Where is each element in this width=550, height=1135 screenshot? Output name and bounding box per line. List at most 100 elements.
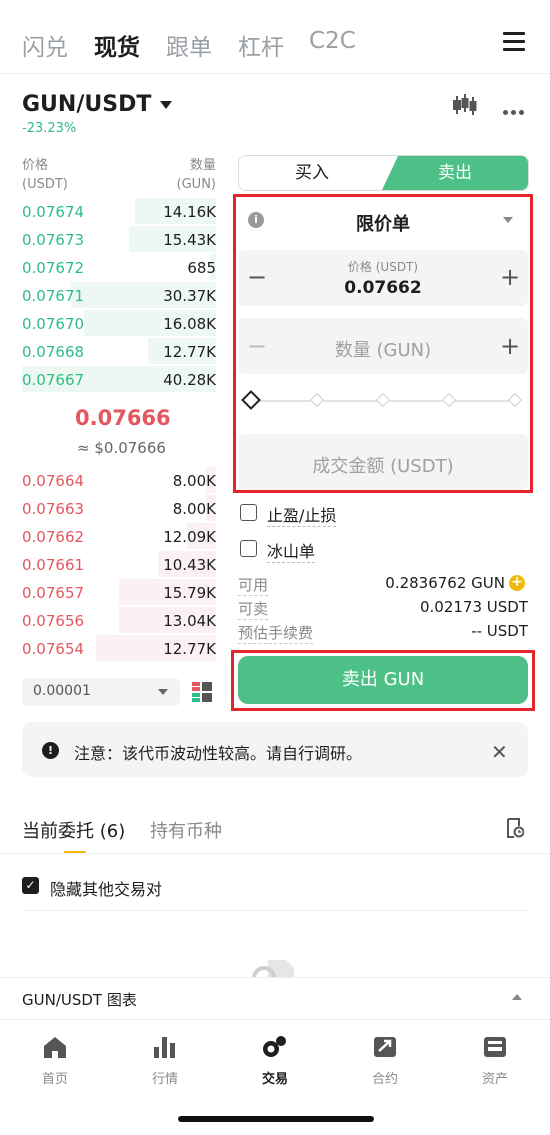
tab-copy-trading[interactable]: 跟单 xyxy=(166,28,212,62)
alert-icon: ! xyxy=(42,742,59,759)
orderbook-price: 0.07672 xyxy=(22,259,85,277)
chevron-up-icon[interactable] xyxy=(512,994,522,1000)
sellable-value: 0.02173 USDT xyxy=(419,598,528,616)
nav-markets[interactable]: 行情 xyxy=(125,1029,205,1087)
orderbook-qty: 13.04K xyxy=(163,612,216,630)
orderbook-row[interactable]: 0.07663 8.00K xyxy=(22,495,216,523)
orderbook-price: 0.07663 xyxy=(22,500,85,518)
iceberg-checkbox[interactable] xyxy=(240,540,257,557)
tab-holdings[interactable]: 持有币种 xyxy=(150,817,222,843)
orderbook-qty: 8.00K xyxy=(172,500,216,518)
orderbook-price: 0.07662 xyxy=(22,528,85,546)
orderbook-row[interactable]: 0.07654 12.77K xyxy=(22,635,216,663)
tab-spot[interactable]: 现货 xyxy=(94,28,140,62)
orderbook-price: 0.07670 xyxy=(22,315,85,333)
order-history-icon[interactable] xyxy=(506,818,524,838)
orderbook-price: 0.07654 xyxy=(22,640,85,658)
tab-open-orders[interactable]: 当前委托 (6) xyxy=(22,817,125,843)
sell-tab[interactable]: 卖出 xyxy=(382,156,528,190)
orderbook-price: 0.07664 xyxy=(22,472,85,490)
notice-text: 注意：该代币波动性较高。请自行调研。 xyxy=(74,744,363,763)
orderbook-price: 0.07673 xyxy=(22,231,85,249)
sellable-label: 可卖 xyxy=(238,600,269,620)
orderbook-qty: 15.79K xyxy=(163,584,216,602)
orderbook-price: 0.07667 xyxy=(22,371,85,389)
nav-home[interactable]: 首页 xyxy=(15,1029,95,1087)
orderbook-qty: 12.77K xyxy=(163,343,216,361)
orderbook-row[interactable]: 0.07664 8.00K xyxy=(22,467,216,495)
tab-margin[interactable]: 杠杆 xyxy=(238,28,284,62)
orderbook-row[interactable]: 0.07657 15.79K xyxy=(22,579,216,607)
orderbook-price: 0.07674 xyxy=(22,203,85,221)
trade-icon xyxy=(263,1036,286,1057)
nav-trade[interactable]: 交易 xyxy=(235,1029,315,1087)
last-price: 0.07666 xyxy=(75,406,171,430)
available-label: 可用 xyxy=(238,576,269,596)
futures-icon xyxy=(374,1037,396,1057)
sell-button-highlight xyxy=(231,650,535,711)
empty-orders-icon xyxy=(252,960,294,980)
close-icon[interactable]: ✕ xyxy=(491,740,508,764)
more-options-icon[interactable] xyxy=(503,100,527,115)
orderbook-qty: 10.43K xyxy=(163,556,216,574)
menu-icon[interactable] xyxy=(503,32,525,52)
orderbook-qty: 40.28K xyxy=(163,371,216,389)
pair-dropdown-icon[interactable] xyxy=(160,101,172,109)
orderbook-row[interactable]: 0.07667 40.28K xyxy=(22,366,216,394)
pair-name[interactable]: GUN/USDT xyxy=(22,92,151,117)
nav-futures[interactable]: 合约 xyxy=(345,1029,425,1087)
fee-label: 预估手续费 xyxy=(238,624,314,644)
wallet-icon xyxy=(484,1037,506,1057)
chevron-down-icon xyxy=(158,689,168,695)
filter-divider xyxy=(22,910,528,911)
tab-c2c[interactable]: C2C xyxy=(309,28,356,54)
orderbook-row[interactable]: 0.07670 16.08K xyxy=(22,310,216,338)
precision-select[interactable]: 0.00001 xyxy=(22,678,180,706)
orderbook-price: 0.07661 xyxy=(22,556,85,574)
fee-value: -- USDT xyxy=(471,622,528,640)
orderbook-price: 0.07668 xyxy=(22,343,85,361)
orderbook-qty: 12.09K xyxy=(163,528,216,546)
orderbook-row[interactable]: 0.07661 10.43K xyxy=(22,551,216,579)
orderbook-row[interactable]: 0.07672 685 xyxy=(22,254,216,282)
orderbook-price: 0.07656 xyxy=(22,612,85,630)
tp-sl-checkbox[interactable] xyxy=(240,504,257,521)
hide-other-pairs-label[interactable]: 隐藏其他交易对 xyxy=(50,876,162,900)
orderbook-qty: 14.16K xyxy=(163,203,216,221)
orderbook-price: 0.07671 xyxy=(22,287,85,305)
orderbook-layout-icon[interactable] xyxy=(192,682,212,702)
orderbook-row[interactable]: 0.07674 14.16K xyxy=(22,198,216,226)
header-divider xyxy=(0,73,550,74)
orderbook-qty-header: 数量 (GUN) xyxy=(176,158,216,192)
order-form-highlight xyxy=(233,194,533,493)
orderbook-row[interactable]: 0.07656 13.04K xyxy=(22,607,216,635)
last-price-fiat: ≈ $0.07666 xyxy=(77,439,166,457)
candlestick-chart-icon[interactable] xyxy=(452,94,478,116)
orderbook-qty: 16.08K xyxy=(163,315,216,333)
orderbook-qty: 8.00K xyxy=(172,472,216,490)
orders-divider xyxy=(0,853,550,854)
orderbook-row[interactable]: 0.07668 12.77K xyxy=(22,338,216,366)
markets-icon xyxy=(154,1037,175,1058)
orderbook-price: 0.07657 xyxy=(22,584,85,602)
hide-other-pairs-checkbox[interactable]: ✓ xyxy=(22,877,39,894)
nav-assets[interactable]: 资产 xyxy=(455,1029,535,1087)
buy-tab[interactable]: 买入 xyxy=(239,156,385,190)
price-change: -23.23% xyxy=(22,121,77,136)
orderbook-price-header: 价格 (USDT) xyxy=(22,158,68,192)
iceberg-label[interactable]: 冰山单 xyxy=(267,538,316,563)
chart-drawer-label[interactable]: GUN/USDT 图表 xyxy=(22,989,137,1010)
orderbook-row[interactable]: 0.07671 30.37K xyxy=(22,282,216,310)
orderbook-row[interactable]: 0.07662 12.09K xyxy=(22,523,216,551)
tab-flash-swap[interactable]: 闪兑 xyxy=(22,28,68,62)
buy-sell-toggle: 买入 卖出 xyxy=(238,155,529,191)
tp-sl-label[interactable]: 止盈/止损 xyxy=(267,502,337,527)
available-value: 0.2836762 GUN xyxy=(385,574,505,592)
home-icon xyxy=(44,1037,66,1058)
home-indicator xyxy=(178,1116,374,1122)
add-funds-icon[interactable]: + xyxy=(509,575,525,591)
orderbook-qty: 15.43K xyxy=(163,231,216,249)
orderbook-row[interactable]: 0.07673 15.43K xyxy=(22,226,216,254)
orderbook-qty: 30.37K xyxy=(163,287,216,305)
orderbook-qty: 12.77K xyxy=(163,640,216,658)
